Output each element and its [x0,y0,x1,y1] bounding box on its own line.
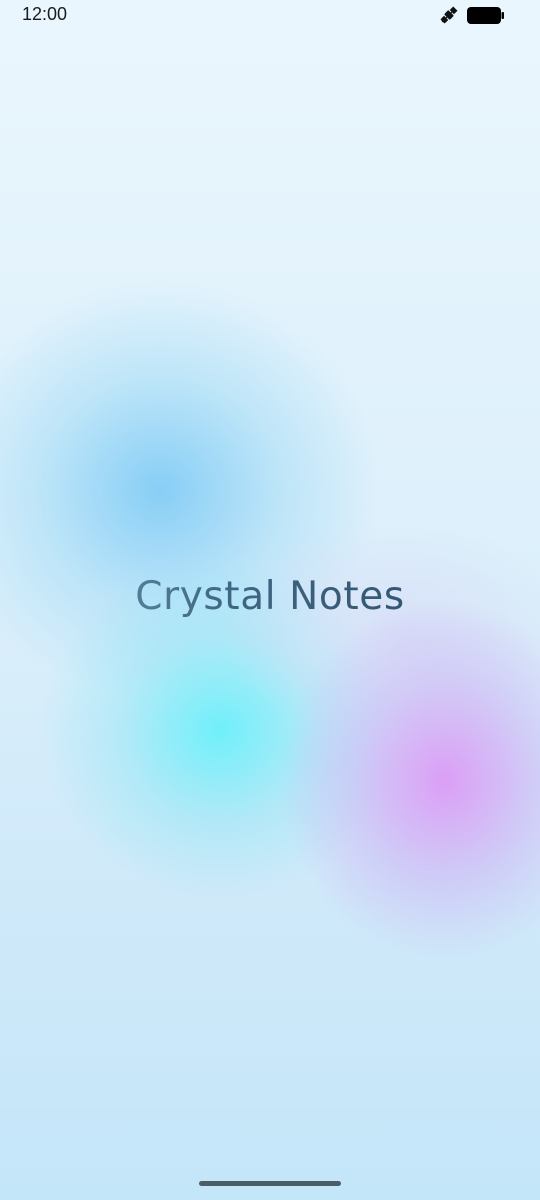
app-title: Crystal Notes [0,574,540,619]
satellite-icon [440,6,458,24]
status-bar: 12:00 [0,0,540,30]
status-time: 12:00 [22,4,68,24]
battery-icon [467,7,504,24]
home-indicator[interactable] [199,1181,341,1186]
splash-screen: 12:00 Crystal Notes [0,0,540,1200]
